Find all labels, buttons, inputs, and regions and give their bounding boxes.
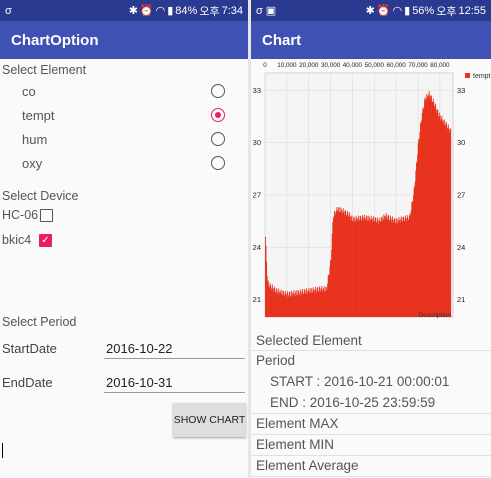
image-icon: ▣ — [265, 5, 277, 17]
radio-label-oxy: oxy — [22, 156, 43, 171]
element-max-label: Element MAX — [256, 416, 339, 431]
start-date-input[interactable] — [104, 339, 245, 359]
signal-icon: ▮ — [404, 5, 411, 17]
radio-label-tempt: tempt — [22, 108, 55, 123]
select-period-title: Select Period — [2, 315, 77, 329]
radio-oxy[interactable] — [211, 156, 225, 170]
radio-tempt[interactable] — [211, 108, 225, 122]
signal-icon: ▮ — [167, 5, 174, 17]
radio-label-hum: hum — [22, 132, 48, 147]
select-element-title: Select Element — [2, 63, 87, 77]
radio-hum[interactable] — [211, 132, 225, 146]
checkbox-label-bkic4: bkic4 — [2, 233, 32, 247]
show-chart-button[interactable]: SHOW CHART — [173, 403, 246, 437]
y-tick-label-left: 30 — [253, 138, 261, 147]
end-date-input[interactable] — [104, 373, 245, 393]
chart-screen: σ ▣ ✱ ⏰ ◠ ▮ 56% 오후 12:55 Chart 0 10,000 20… — [251, 0, 491, 478]
checkbox-bkic4[interactable]: ✓ — [39, 234, 52, 247]
y-tick-label-left: 24 — [253, 243, 261, 252]
select-device-title: Select Device — [2, 189, 79, 203]
chart-option-screen: σ ✱ ⏰ ◠ ▮ 84% 오후 7:34 ChartOption Select… — [0, 0, 248, 478]
period-end: END : 2016-10-25 23:59:59 — [270, 395, 436, 410]
y-tick-label-right: 30 — [457, 138, 465, 147]
x-tick-label: 10,000 — [277, 62, 297, 69]
x-tick-label: 80,000 — [430, 62, 450, 69]
app-bar: Chart — [251, 21, 491, 59]
clock: 7:34 — [221, 4, 243, 17]
battery-percent: 84% — [175, 4, 198, 17]
app-title: ChartOption — [11, 31, 99, 49]
divider — [251, 350, 491, 351]
y-tick-label-left: 21 — [253, 295, 261, 304]
ampm-label: 오후 — [199, 5, 220, 18]
battery-percent: 56% — [412, 4, 435, 17]
temperature-chart[interactable]: 0 10,000 20,000 30,000 40,000 50,000 60,000 70,… — [251, 59, 491, 329]
x-tick-label: 20,000 — [299, 62, 319, 69]
x-tick-label: 40,000 — [343, 62, 363, 69]
carrier-icon: σ — [5, 4, 12, 17]
selected-element-label: Selected Element — [256, 333, 362, 348]
app-title: Chart — [262, 31, 302, 49]
checkbox-hc06[interactable] — [40, 209, 53, 222]
radio-label-co: co — [22, 84, 36, 99]
status-bar: σ ▣ ✱ ⏰ ◠ ▮ 56% 오후 12:55 — [251, 0, 491, 21]
y-tick-label-right: 33 — [457, 86, 465, 95]
ampm-label: 오후 — [436, 5, 457, 18]
divider — [251, 455, 491, 456]
bluetooth-icon: ✱ — [365, 5, 375, 17]
status-bar: σ ✱ ⏰ ◠ ▮ 84% 오후 7:34 — [0, 0, 248, 21]
app-bar: ChartOption — [0, 21, 248, 59]
carrier-icon: σ — [256, 4, 263, 17]
period-start: START : 2016-10-21 00:00:01 — [270, 374, 450, 389]
divider — [251, 476, 491, 477]
radio-co[interactable] — [211, 84, 225, 98]
checkbox-label-hc06: HC-06 — [2, 208, 39, 222]
bluetooth-icon: ✱ — [128, 5, 138, 17]
x-tick-label: 50,000 — [365, 62, 385, 69]
y-tick-label-right: 24 — [457, 243, 465, 252]
element-average-label: Element Average — [256, 458, 359, 473]
data-bar — [450, 128, 452, 317]
x-tick-label: 70,000 — [408, 62, 428, 69]
x-tick-label: 60,000 — [387, 62, 407, 69]
divider — [251, 413, 491, 414]
start-date-label: StartDate — [2, 341, 57, 356]
y-tick-label-left: 33 — [253, 86, 261, 95]
wifi-icon: ◠ — [155, 5, 166, 17]
y-tick-label-left: 27 — [253, 191, 261, 200]
divider — [251, 434, 491, 435]
check-icon: ✓ — [41, 235, 50, 246]
y-tick-label-right: 27 — [457, 191, 465, 200]
alarm-icon: ⏰ — [376, 5, 391, 17]
y-tick-label-right: 21 — [457, 295, 465, 304]
x-tick-label: 30,000 — [321, 62, 341, 69]
clock: 12:55 — [458, 4, 486, 17]
legend-swatch — [465, 73, 470, 78]
period-label: Period — [256, 353, 296, 368]
text-cursor — [2, 443, 3, 458]
wifi-icon: ◠ — [392, 5, 403, 17]
alarm-icon: ⏰ — [139, 5, 154, 17]
element-min-label: Element MIN — [256, 437, 335, 452]
end-date-label: EndDate — [2, 375, 53, 390]
legend-label: tempt — [473, 73, 491, 80]
chart-description: Description — [418, 312, 451, 319]
x-tick-label: 0 — [263, 62, 267, 69]
